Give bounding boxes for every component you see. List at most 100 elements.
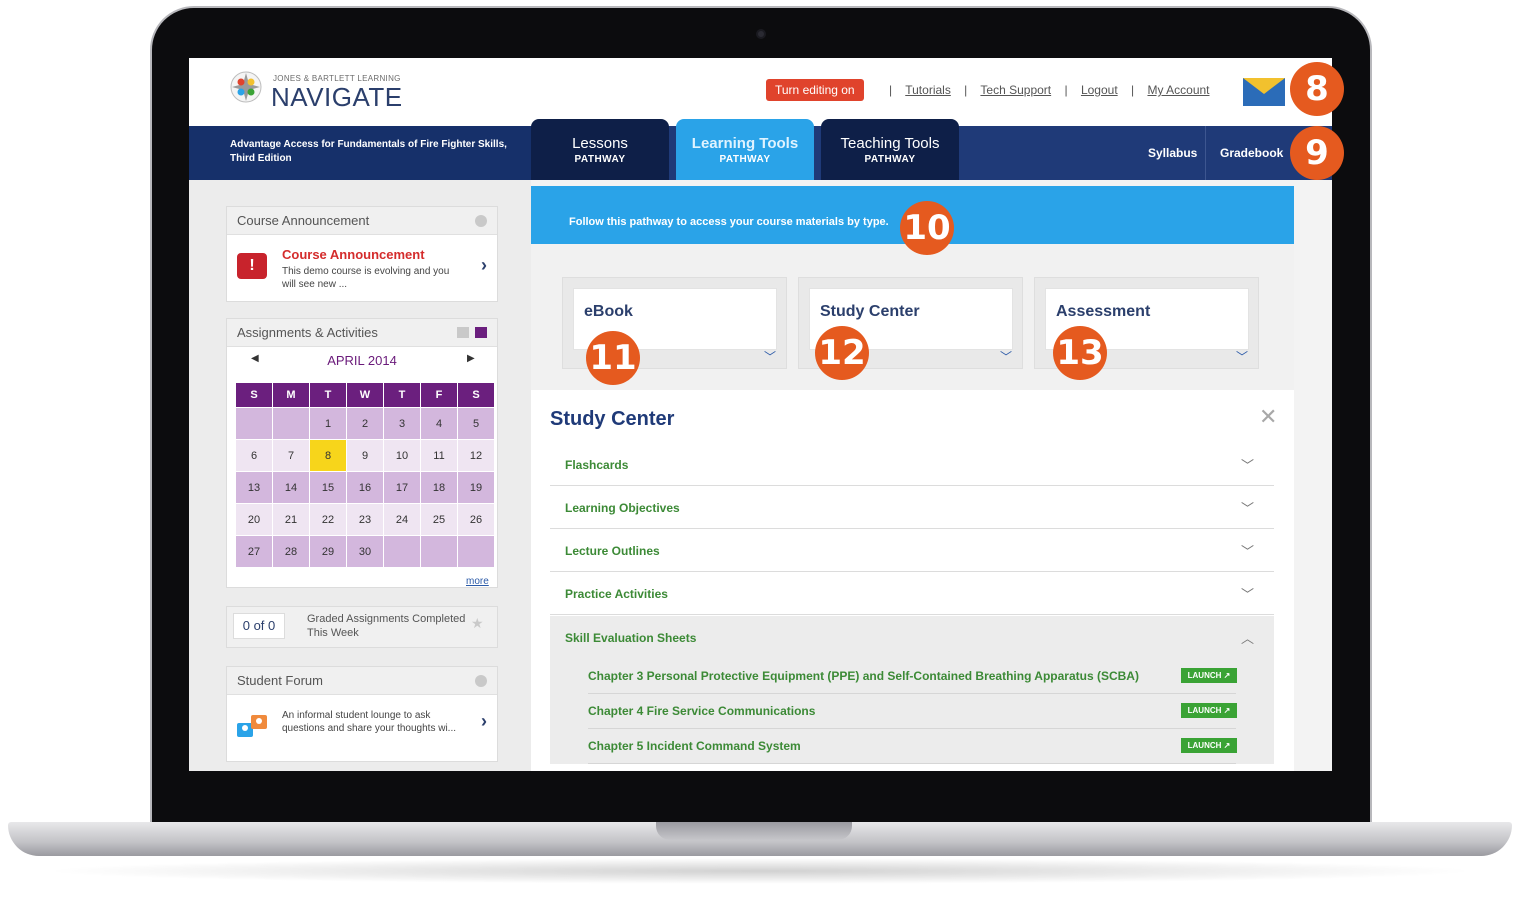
- main-content: Follow this pathway to access your cours…: [531, 180, 1332, 771]
- announcement-panel: Course Announcement ! Course Announcemen…: [226, 206, 498, 302]
- calendar-day[interactable]: 1: [310, 408, 346, 439]
- tab-learning-tools-pathway[interactable]: Learning Tools PATHWAY: [676, 119, 814, 180]
- graded-count: 0 of 0: [233, 613, 285, 639]
- row-practice-activities[interactable]: Practice Activities ﹀: [550, 572, 1274, 615]
- logout-link[interactable]: Logout: [1081, 83, 1118, 97]
- calendar-day[interactable]: 27: [236, 536, 272, 567]
- chevron-down-icon[interactable]: ﹀: [1241, 584, 1254, 603]
- chevron-down-icon[interactable]: ﹀: [1000, 348, 1012, 365]
- calendar-day[interactable]: 25: [421, 504, 457, 535]
- calendar-day[interactable]: 17: [384, 472, 420, 503]
- callout-badge-10: 10: [900, 201, 954, 255]
- calendar-day[interactable]: 8: [310, 440, 346, 471]
- calendar-day[interactable]: 19: [458, 472, 494, 503]
- turn-editing-on-button[interactable]: Turn editing on: [766, 79, 864, 101]
- row-lecture-outlines[interactable]: Lecture Outlines ﹀: [550, 529, 1274, 572]
- calendar-day[interactable]: 24: [384, 504, 420, 535]
- nav-bar: Advantage Access for Fundamentals of Fir…: [189, 119, 1332, 180]
- calendar-empty-cell: [384, 536, 420, 567]
- star-icon[interactable]: ★: [471, 615, 484, 632]
- calendar-empty-cell: [273, 408, 309, 439]
- calendar-empty-cell: [421, 536, 457, 567]
- tab-lessons-pathway[interactable]: Lessons PATHWAY: [531, 119, 669, 180]
- camera-dot: [756, 29, 766, 39]
- nav-divider: [1205, 126, 1206, 180]
- chevron-down-icon[interactable]: ﹀: [1236, 348, 1248, 365]
- next-month-icon[interactable]: ▶: [467, 353, 475, 364]
- calendar-day[interactable]: 22: [310, 504, 346, 535]
- calendar-day[interactable]: 15: [310, 472, 346, 503]
- gear-icon[interactable]: [475, 675, 487, 687]
- chevron-right-icon[interactable]: ›: [481, 255, 487, 276]
- study-center-panel: Study Center ✕ Flashcards ﹀ Learning Obj…: [531, 390, 1294, 771]
- calendar-day[interactable]: 9: [347, 440, 383, 471]
- calendar-day[interactable]: 13: [236, 472, 272, 503]
- gradebook-link[interactable]: Gradebook: [1220, 126, 1283, 180]
- tech-support-link[interactable]: Tech Support: [980, 83, 1051, 97]
- chevron-down-icon[interactable]: ﹀: [764, 348, 776, 365]
- top-bar: JONES & BARTLETT LEARNING NAVIGATE Turn …: [189, 58, 1332, 126]
- calendar-day[interactable]: 3: [384, 408, 420, 439]
- calendar-day[interactable]: 20: [236, 504, 272, 535]
- launch-button[interactable]: LAUNCH ↗: [1181, 668, 1237, 683]
- graded-text: Graded Assignments Completed This Week: [307, 613, 466, 639]
- my-account-link[interactable]: My Account: [1147, 83, 1209, 97]
- calendar-day[interactable]: 4: [421, 408, 457, 439]
- row-skill-evaluation-sheets[interactable]: Skill Evaluation Sheets ︿: [550, 616, 1274, 659]
- launch-button[interactable]: LAUNCH ↗: [1181, 703, 1237, 718]
- tab-teaching-tools-pathway[interactable]: Teaching Tools PATHWAY: [821, 119, 959, 180]
- calendar-day[interactable]: 11: [421, 440, 457, 471]
- calendar-nav: ◀ APRIL 2014 ▶: [227, 347, 497, 375]
- announcement-header: Course Announcement: [227, 207, 497, 235]
- brand-name: NAVIGATE: [271, 82, 403, 112]
- sub-row-chapter-3: Chapter 3 Personal Protective Equipment …: [550, 659, 1274, 694]
- calendar-day[interactable]: 5: [458, 408, 494, 439]
- app-screen: JONES & BARTLETT LEARNING NAVIGATE Turn …: [189, 58, 1332, 771]
- calendar-day[interactable]: 6: [236, 440, 272, 471]
- calendar-empty-cell: [458, 536, 494, 567]
- calendar-weekday: W: [347, 383, 383, 407]
- chevron-down-icon[interactable]: ﹀: [1241, 455, 1254, 474]
- calendar-day[interactable]: 28: [273, 536, 309, 567]
- calendar-day[interactable]: 30: [347, 536, 383, 567]
- row-flashcards[interactable]: Flashcards ﹀: [550, 443, 1274, 486]
- chevron-up-icon[interactable]: ︿: [1241, 628, 1254, 647]
- calendar-day[interactable]: 21: [273, 504, 309, 535]
- announcement-title[interactable]: Course Announcement: [282, 247, 425, 262]
- gear-icon[interactable]: [475, 215, 487, 227]
- calendar-view-icon[interactable]: [475, 327, 487, 338]
- announcement-text: This demo course is evolving and you wil…: [282, 266, 450, 290]
- callout-badge-11: 11: [586, 331, 640, 385]
- calendar-day[interactable]: 23: [347, 504, 383, 535]
- row-learning-objectives[interactable]: Learning Objectives ﹀: [550, 486, 1274, 529]
- callout-badge-13: 13: [1053, 326, 1107, 380]
- tutorials-link[interactable]: Tutorials: [905, 83, 951, 97]
- calendar-month: APRIL 2014: [327, 353, 397, 368]
- chevron-down-icon[interactable]: ﹀: [1241, 498, 1254, 517]
- calendar-day[interactable]: 2: [347, 408, 383, 439]
- calendar-grid: SMTWTFS 1 2 3 4 5 6 7 8 9 10 11 12 13 14 15 16 17 18 19 20 2…: [235, 382, 495, 568]
- calendar-day[interactable]: 14: [273, 472, 309, 503]
- sidebar: Course Announcement ! Course Announcemen…: [189, 180, 531, 771]
- callout-badge-12: 12: [815, 326, 869, 380]
- calendar-day[interactable]: 10: [384, 440, 420, 471]
- calendar-day[interactable]: 18: [421, 472, 457, 503]
- close-icon[interactable]: ✕: [1259, 404, 1277, 430]
- more-link[interactable]: more: [466, 576, 489, 587]
- envelope-icon[interactable]: [1243, 78, 1285, 106]
- calendar-weekday: F: [421, 383, 457, 407]
- course-title: Advantage Access for Fundamentals of Fir…: [230, 139, 507, 164]
- calendar-day[interactable]: 16: [347, 472, 383, 503]
- syllabus-link[interactable]: Syllabus: [1148, 126, 1197, 180]
- calendar-weekday: M: [273, 383, 309, 407]
- calendar-day[interactable]: 12: [458, 440, 494, 471]
- calendar-day[interactable]: 26: [458, 504, 494, 535]
- launch-button[interactable]: LAUNCH ↗: [1181, 738, 1237, 753]
- calendar-day[interactable]: 29: [310, 536, 346, 567]
- chevron-down-icon[interactable]: ﹀: [1241, 541, 1254, 560]
- assignments-panel: Assignments & Activities ◀ APRIL 2014 ▶ …: [226, 318, 498, 588]
- list-view-icon[interactable]: [457, 327, 469, 338]
- chevron-right-icon[interactable]: ›: [481, 711, 487, 732]
- calendar-day[interactable]: 7: [273, 440, 309, 471]
- sub-row-chapter-5: Chapter 5 Incident Command System LAUNCH…: [550, 729, 1274, 764]
